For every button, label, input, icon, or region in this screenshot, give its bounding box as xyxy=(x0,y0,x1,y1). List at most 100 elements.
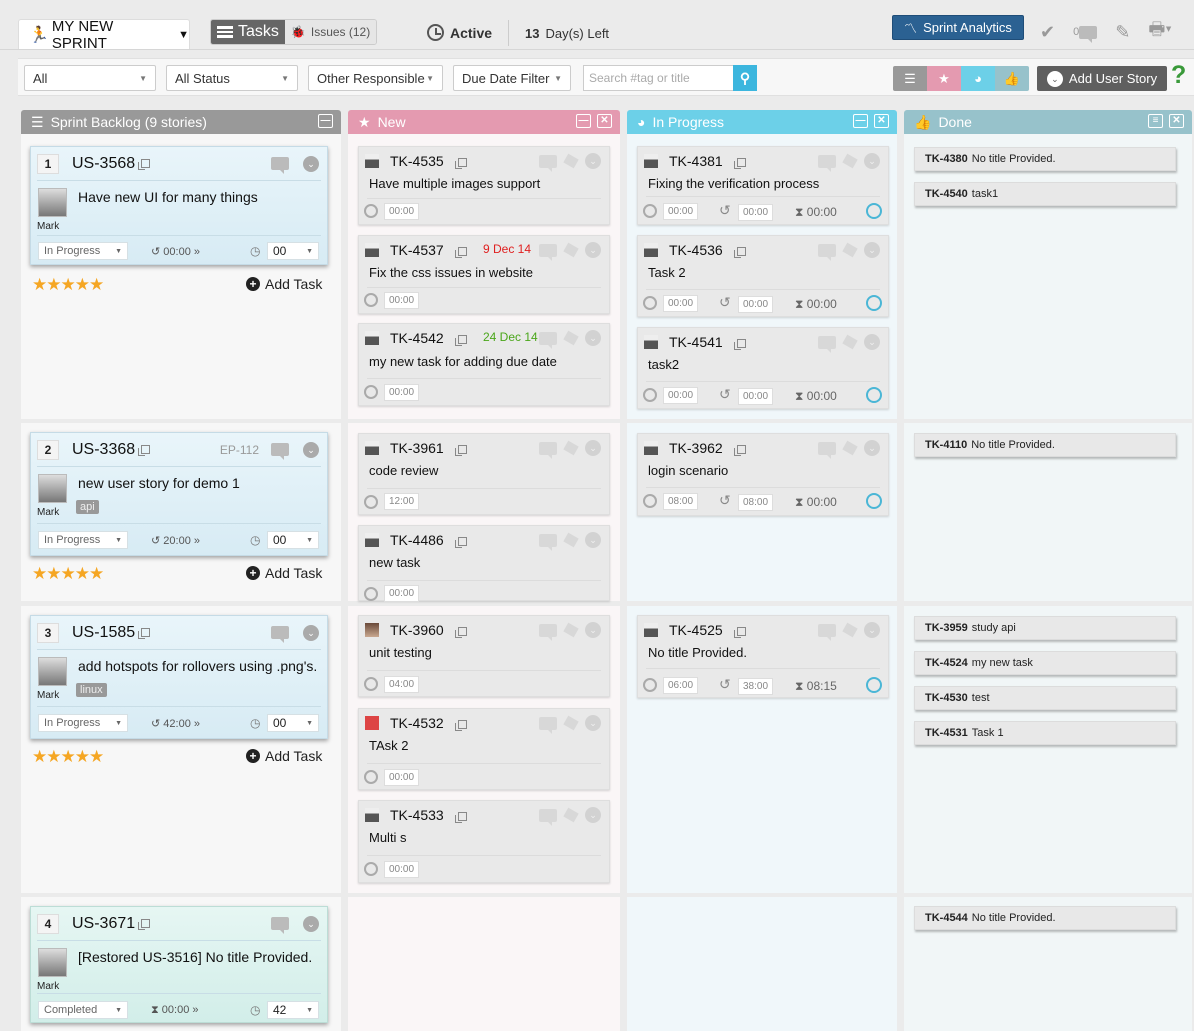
minimize-icon[interactable]: — xyxy=(853,114,868,128)
toggle-backlog[interactable]: ☰ xyxy=(893,66,927,91)
epic-link[interactable]: EP-112 xyxy=(220,443,259,457)
task-card[interactable]: TK-4486 ⌄ new task 00:00 xyxy=(358,525,610,602)
task-id[interactable]: TK-3962 xyxy=(669,440,746,456)
task-card[interactable]: TK-4525 ⌄ No title Provided. 06:00 ↺ 38:… xyxy=(637,615,889,698)
pencil-icon[interactable]: ✎ xyxy=(1115,22,1130,43)
comment-icon[interactable] xyxy=(539,331,557,349)
chevron-down-icon[interactable]: ⌄ xyxy=(864,242,880,258)
story-id[interactable]: US-1585 xyxy=(72,624,151,642)
done-task-item[interactable]: TK-4544 No title Provided. xyxy=(914,906,1176,930)
time-spent[interactable]: ↺ 00:00 » xyxy=(151,245,200,258)
estimate-input[interactable]: 00:00 xyxy=(663,387,698,404)
copy-icon[interactable] xyxy=(454,334,467,346)
estimate-input[interactable]: 00:00 xyxy=(384,861,419,878)
comment-icon[interactable] xyxy=(271,157,289,174)
comment-icon[interactable] xyxy=(539,441,557,459)
task-id[interactable]: TK-4381 xyxy=(669,153,746,169)
copy-icon[interactable] xyxy=(138,159,151,171)
priority-stars[interactable]: ★★★★★ xyxy=(32,564,104,584)
task-card[interactable]: TK-4535 ⌄ Have multiple images support 0… xyxy=(358,146,610,225)
chevron-down-icon[interactable]: ⌄ xyxy=(585,622,601,638)
story-status-select[interactable]: In Progress ▼ xyxy=(38,531,128,549)
tag-icon[interactable] xyxy=(563,330,579,346)
done-task-item[interactable]: TK-4524 my new task xyxy=(914,651,1176,675)
task-card[interactable]: TK-4536 ⌄ Task 2 00:00 ↺ 00:00 ⧗ 00:00 xyxy=(637,235,889,317)
task-id[interactable]: TK-4542 xyxy=(390,330,467,346)
chevron-down-icon[interactable]: ⌄ xyxy=(585,153,601,169)
task-id[interactable]: TK-4532 xyxy=(390,715,467,731)
story-id[interactable]: US-3368 xyxy=(72,441,151,459)
tag-icon[interactable] xyxy=(563,532,579,548)
close-icon[interactable]: ✕ xyxy=(874,114,889,128)
tag-icon[interactable] xyxy=(563,622,579,638)
copy-icon[interactable] xyxy=(454,536,467,548)
copy-icon[interactable] xyxy=(454,157,467,169)
add-user-story-button[interactable]: ⌄ Add User Story xyxy=(1037,66,1167,91)
done-task-item[interactable]: TK-4110 No title Provided. xyxy=(914,433,1176,457)
tag-icon[interactable] xyxy=(842,153,858,169)
comment-icon[interactable] xyxy=(539,243,557,261)
timer-icon[interactable] xyxy=(866,387,882,403)
chevron-down-icon[interactable]: ⌄ xyxy=(585,242,601,258)
spent-input[interactable]: 00:00 xyxy=(738,204,773,221)
copy-icon[interactable] xyxy=(733,246,746,258)
estimate-input[interactable]: 04:00 xyxy=(384,676,419,693)
comment-icon[interactable] xyxy=(539,154,557,172)
user-story-card[interactable]: 2 US-3368 EP-112 ⌄ Mark new user story f… xyxy=(30,432,328,556)
comments-button[interactable]: 0 xyxy=(1073,25,1098,43)
tag-icon[interactable] xyxy=(563,807,579,823)
user-story-card[interactable]: 1 US-3568 ⌄ Mark Have new UI for many th… xyxy=(30,146,328,265)
done-task-item[interactable]: TK-4380 No title Provided. xyxy=(914,147,1176,171)
priority-stars[interactable]: ★★★★★ xyxy=(32,275,104,295)
tag-icon[interactable] xyxy=(563,715,579,731)
comment-icon[interactable] xyxy=(271,917,289,934)
chevron-down-icon[interactable]: ⌄ xyxy=(303,156,319,172)
estimate-input[interactable]: 06:00 xyxy=(663,677,698,694)
due-date-filter[interactable]: Due Date Filter ▼ xyxy=(453,65,571,91)
task-id[interactable]: TK-4536 xyxy=(669,242,746,258)
task-id[interactable]: TK-4533 xyxy=(390,807,467,823)
timer-icon[interactable] xyxy=(866,493,882,509)
story-tag[interactable]: linux xyxy=(76,683,107,697)
estimate-input[interactable]: 12:00 xyxy=(384,493,419,510)
tag-icon[interactable] xyxy=(842,242,858,258)
status-filter[interactable]: All Status ▼ xyxy=(166,65,298,91)
toggle-in-progress[interactable]: ◕ xyxy=(961,66,995,91)
done-task-item[interactable]: TK-4540 task1 xyxy=(914,182,1176,206)
chevron-down-icon[interactable]: ⌄ xyxy=(303,442,319,458)
comment-icon[interactable] xyxy=(271,626,289,643)
story-points-select[interactable]: 00 ▼ xyxy=(267,714,319,732)
tag-icon[interactable] xyxy=(842,440,858,456)
copy-icon[interactable] xyxy=(733,626,746,638)
task-id[interactable]: TK-3961 xyxy=(390,440,467,456)
estimate-input[interactable]: 00:00 xyxy=(384,769,419,786)
spent-input[interactable]: 38:00 xyxy=(738,678,773,695)
copy-icon[interactable] xyxy=(733,157,746,169)
chevron-down-icon[interactable]: ⌄ xyxy=(585,715,601,731)
task-card[interactable]: TK-4537 9 Dec 14 ⌄ Fix the css issues in… xyxy=(358,235,610,314)
add-task-button[interactable]: + Add Task xyxy=(246,565,322,581)
minimize-icon[interactable]: — xyxy=(576,114,591,128)
close-icon[interactable]: ✕ xyxy=(597,114,612,128)
check-circle-icon[interactable]: ✔ xyxy=(1040,22,1055,43)
chevron-down-icon[interactable]: ⌄ xyxy=(864,153,880,169)
tag-icon[interactable] xyxy=(563,242,579,258)
user-story-card[interactable]: 3 US-1585 ⌄ Mark add hotspots for rollov… xyxy=(30,615,328,739)
tag-icon[interactable] xyxy=(563,440,579,456)
copy-icon[interactable] xyxy=(454,626,467,638)
copy-icon[interactable] xyxy=(138,628,151,640)
chevron-down-icon[interactable]: ⌄ xyxy=(585,330,601,346)
task-id[interactable]: TK-4525 xyxy=(669,622,746,638)
owner-filter[interactable]: All ▼ xyxy=(24,65,156,91)
tag-icon[interactable] xyxy=(842,622,858,638)
help-icon[interactable]: ? xyxy=(1171,61,1186,90)
story-id[interactable]: US-3671 xyxy=(72,915,151,933)
tab-issues[interactable]: 🐞 Issues (12) xyxy=(284,20,377,44)
copy-icon[interactable] xyxy=(138,445,151,457)
estimate-input[interactable]: 00:00 xyxy=(663,203,698,220)
time-remaining[interactable]: ⧗ 00:00 » xyxy=(151,1004,199,1017)
search-button[interactable]: ⚲ xyxy=(733,65,757,91)
copy-icon[interactable] xyxy=(454,811,467,823)
task-id[interactable]: TK-3960 xyxy=(390,622,467,638)
chevron-down-icon[interactable]: ⌄ xyxy=(585,440,601,456)
